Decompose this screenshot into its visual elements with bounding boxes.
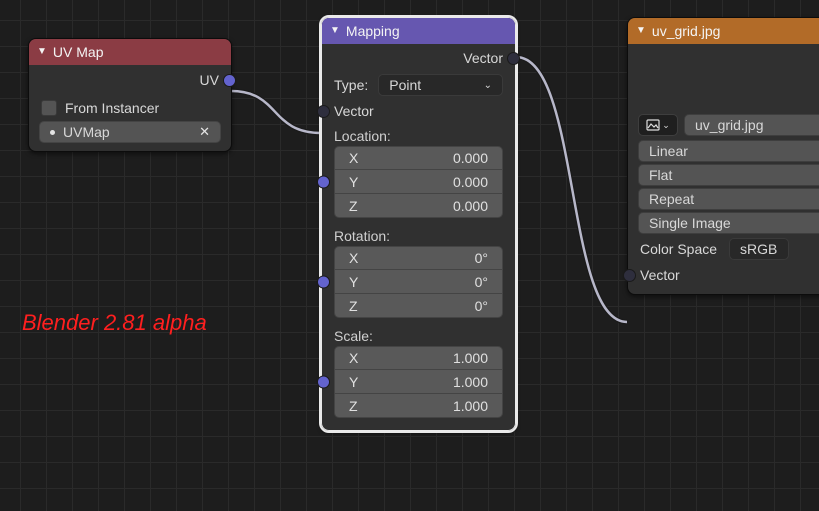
uvmap-name: UVMap bbox=[63, 124, 110, 140]
image-filename: uv_grid.jpg bbox=[695, 117, 764, 133]
from-instancer-checkbox[interactable] bbox=[41, 100, 57, 116]
chevron-down-icon: ⌄ bbox=[484, 80, 492, 91]
type-value: Point bbox=[389, 77, 421, 93]
overlay-text: Blender 2.81 alpha bbox=[22, 310, 207, 336]
projection-select[interactable]: Flat bbox=[638, 164, 819, 186]
rotation-z[interactable]: Z0° bbox=[334, 294, 503, 318]
socket-input-scale[interactable] bbox=[317, 376, 330, 389]
collapse-icon[interactable]: ▼ bbox=[330, 26, 340, 36]
image-file[interactable]: uv_grid.jpg bbox=[684, 114, 819, 136]
chevron-down-icon: ⌄ bbox=[662, 120, 670, 131]
from-instancer-label: From Instancer bbox=[65, 100, 219, 116]
output-vector-label: Vector bbox=[334, 50, 503, 66]
node-image-texture[interactable]: ▼ uv_grid.jpg ⌄ uv_grid.jpg Linear Flat … bbox=[627, 17, 819, 295]
node-header[interactable]: ▼ Mapping bbox=[322, 18, 515, 44]
uvmap-select[interactable]: UVMap ✕ bbox=[39, 121, 221, 143]
clear-icon[interactable]: ✕ bbox=[199, 124, 210, 140]
location-x[interactable]: X0.000 bbox=[334, 146, 503, 170]
source-select[interactable]: Single Image bbox=[638, 212, 819, 234]
scale-label: Scale: bbox=[324, 324, 513, 346]
node-header[interactable]: ▼ uv_grid.jpg bbox=[628, 18, 819, 44]
location-label: Location: bbox=[324, 124, 513, 146]
node-header[interactable]: ▼ UV Map bbox=[29, 39, 231, 65]
socket-input-vector[interactable] bbox=[623, 269, 636, 282]
node-title: Mapping bbox=[346, 23, 400, 39]
type-select[interactable]: Point ⌄ bbox=[378, 74, 503, 96]
input-vector-label: Vector bbox=[640, 267, 819, 283]
image-icon bbox=[646, 118, 660, 132]
scale-z[interactable]: Z1.000 bbox=[334, 394, 503, 418]
collapse-icon[interactable]: ▼ bbox=[37, 47, 47, 57]
node-uv-map[interactable]: ▼ UV Map UV From Instancer UVMap ✕ bbox=[28, 38, 232, 152]
rotation-y[interactable]: Y0° bbox=[334, 270, 503, 294]
colorspace-label: Color Space bbox=[640, 241, 717, 257]
node-title: UV Map bbox=[53, 44, 104, 60]
socket-input-rotation[interactable] bbox=[317, 276, 330, 289]
output-uv-label: UV bbox=[41, 72, 219, 88]
rotation-x[interactable]: X0° bbox=[334, 246, 503, 270]
location-z[interactable]: Z0.000 bbox=[334, 194, 503, 218]
location-y[interactable]: Y0.000 bbox=[334, 170, 503, 194]
collapse-icon[interactable]: ▼ bbox=[636, 26, 646, 36]
interpolation-select[interactable]: Linear bbox=[638, 140, 819, 162]
colorspace-value: sRGB bbox=[740, 241, 777, 257]
image-browse[interactable]: ⌄ bbox=[638, 114, 678, 136]
rotation-label: Rotation: bbox=[324, 224, 513, 246]
socket-output-vector[interactable] bbox=[507, 52, 520, 65]
socket-input-vector[interactable] bbox=[317, 105, 330, 118]
type-label: Type: bbox=[334, 77, 368, 93]
socket-input-location[interactable] bbox=[317, 176, 330, 189]
extension-select[interactable]: Repeat bbox=[638, 188, 819, 210]
node-mapping[interactable]: ▼ Mapping Vector Type: Point ⌄ Vector Lo… bbox=[321, 17, 516, 431]
socket-output-uv[interactable] bbox=[223, 74, 236, 87]
scale-y[interactable]: Y1.000 bbox=[334, 370, 503, 394]
input-vector-label: Vector bbox=[334, 103, 503, 119]
node-title: uv_grid.jpg bbox=[652, 23, 721, 39]
bullet-icon bbox=[50, 130, 55, 135]
scale-x[interactable]: X1.000 bbox=[334, 346, 503, 370]
colorspace-select[interactable]: sRGB bbox=[729, 238, 789, 260]
